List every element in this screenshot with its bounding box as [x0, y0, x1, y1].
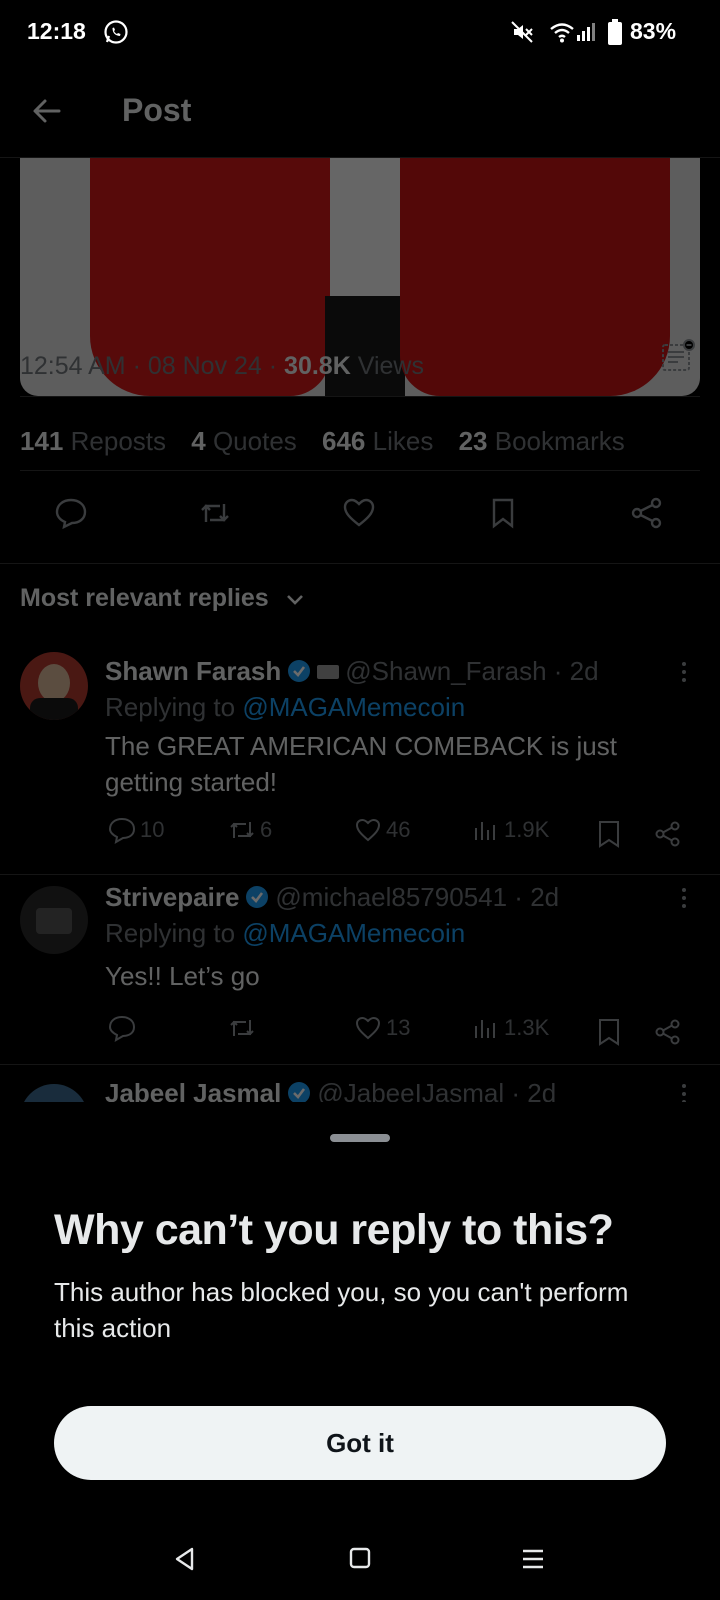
- got-it-button[interactable]: Got it: [54, 1406, 666, 1480]
- reply-author-handle[interactable]: @Shawn_Farash: [345, 656, 546, 686]
- drag-handle[interactable]: [330, 1134, 390, 1142]
- reply-icon[interactable]: [108, 1014, 136, 1042]
- like-count: 46: [386, 817, 411, 842]
- divider: [0, 563, 720, 564]
- replying-to: Replying to @MAGAMemecoin: [105, 918, 465, 949]
- reply-author-name[interactable]: Strivepaire: [105, 882, 239, 912]
- repost-icon[interactable]: [228, 1014, 256, 1042]
- community-note-icon[interactable]: [660, 338, 696, 374]
- wifi-icon: [550, 23, 574, 43]
- nav-recents-icon[interactable]: [519, 1545, 547, 1573]
- reply-author-name[interactable]: Shawn Farash: [105, 656, 281, 686]
- engagement-counts: 141 Reposts 4 Quotes 646 Likes 23 Bookma…: [20, 426, 625, 457]
- reply-header: Shawn Farash @Shawn_Farash · 2d: [105, 656, 599, 686]
- replying-to: Replying to @MAGAMemecoin: [105, 692, 465, 723]
- reply-text: The GREAT AMERICAN COMEBACK is just gett…: [105, 731, 617, 797]
- divider: [20, 396, 700, 397]
- divider: [0, 874, 720, 875]
- views-stat[interactable]: 1.3K: [472, 1014, 549, 1042]
- analytics-icon[interactable]: [472, 1014, 500, 1042]
- top-app-bar: Post: [0, 66, 720, 158]
- replying-to-label: Replying to: [105, 918, 236, 948]
- reposts-count[interactable]: 141: [20, 426, 63, 456]
- avatar[interactable]: [20, 886, 88, 954]
- reply-text: Yes!! Let’s go: [105, 961, 260, 991]
- reply-icon[interactable]: [108, 816, 136, 844]
- reply-count: 10: [140, 817, 165, 842]
- likes-count[interactable]: 646: [322, 426, 365, 456]
- replying-to-label: Replying to: [105, 692, 236, 722]
- mute-icon: [511, 21, 533, 43]
- like-icon[interactable]: [354, 816, 382, 844]
- share-icon[interactable]: [654, 820, 682, 848]
- post-detail-background: Post 12:54 AM · 08 Nov 24 · 30.8K Views …: [0, 66, 720, 1126]
- affiliate-badge-icon: [317, 665, 340, 679]
- avatar[interactable]: [20, 652, 88, 720]
- view-count: 1.3K: [504, 1015, 550, 1040]
- like-count: 13: [386, 1015, 411, 1040]
- more-options-icon[interactable]: [672, 886, 696, 910]
- nav-home-icon[interactable]: [347, 1545, 373, 1571]
- views-label: Views: [357, 352, 424, 380]
- battery-percentage: 83%: [630, 18, 677, 44]
- repost-icon[interactable]: [228, 816, 256, 844]
- reply-author-handle[interactable]: @michael85790541: [275, 882, 507, 912]
- post-time: 12:54 AM: [20, 352, 126, 380]
- share-icon[interactable]: [630, 496, 664, 530]
- back-arrow-icon[interactable]: [30, 94, 64, 128]
- analytics-icon[interactable]: [472, 816, 500, 844]
- post-date: 08 Nov 24: [147, 352, 262, 380]
- reply-age: 2d: [530, 882, 560, 912]
- divider: [20, 470, 700, 471]
- battery-icon: [608, 19, 622, 45]
- status-bar: 12:18 83%: [0, 0, 720, 66]
- mention-link[interactable]: @MAGAMemecoin: [242, 918, 465, 948]
- bookmarks-count[interactable]: 23: [459, 426, 488, 456]
- signal-icon: [577, 23, 595, 41]
- like-stat[interactable]: 13: [354, 1014, 410, 1042]
- reply-stat[interactable]: 10: [108, 816, 164, 844]
- sheet-title: Why can’t you reply to this?: [54, 1206, 614, 1254]
- like-stat[interactable]: 46: [354, 816, 410, 844]
- mention-link[interactable]: @MAGAMemecoin: [242, 692, 465, 722]
- views-stat[interactable]: 1.9K: [472, 816, 549, 844]
- reply-icon[interactable]: [54, 496, 88, 530]
- like-icon[interactable]: [342, 496, 376, 530]
- page-title: Post: [122, 92, 192, 128]
- divider: [0, 1064, 720, 1065]
- more-options-icon[interactable]: [672, 660, 696, 684]
- status-time: 12:18: [27, 18, 86, 44]
- post-timestamp-views: 12:54 AM · 08 Nov 24 · 30.8K Views: [20, 352, 424, 380]
- bookmark-icon[interactable]: [596, 1018, 622, 1046]
- reply-stat[interactable]: [108, 1014, 136, 1042]
- whatsapp-icon: [104, 20, 128, 44]
- bookmark-icon[interactable]: [486, 496, 520, 530]
- chevron-down-icon[interactable]: [283, 587, 307, 611]
- views-count: 30.8K: [284, 352, 351, 380]
- bookmark-icon[interactable]: [596, 820, 622, 848]
- likes-label[interactable]: Likes: [373, 426, 434, 456]
- nav-back-icon[interactable]: [171, 1545, 199, 1573]
- like-icon[interactable]: [354, 1014, 382, 1042]
- repost-stat[interactable]: [228, 1014, 256, 1042]
- reposts-label[interactable]: Reposts: [71, 426, 166, 456]
- repost-count: 6: [260, 817, 273, 842]
- share-icon[interactable]: [654, 1018, 682, 1046]
- verified-badge-icon: [246, 886, 269, 908]
- reply-header: Strivepaire @michael85790541 · 2d: [105, 882, 560, 912]
- sheet-message: This author has blocked you, so you can'…: [54, 1277, 629, 1343]
- replies-sort-label[interactable]: Most relevant replies: [20, 584, 269, 613]
- quotes-count[interactable]: 4: [191, 426, 205, 456]
- bottom-sheet: Why can’t you reply to this? This author…: [0, 1102, 720, 1600]
- bookmarks-label[interactable]: Bookmarks: [495, 426, 625, 456]
- repost-icon[interactable]: [198, 496, 232, 530]
- repost-stat[interactable]: 6: [228, 816, 272, 844]
- view-count: 1.9K: [504, 817, 550, 842]
- quotes-label[interactable]: Quotes: [213, 426, 297, 456]
- reply-age: 2d: [569, 656, 599, 686]
- verified-badge-icon: [288, 660, 311, 682]
